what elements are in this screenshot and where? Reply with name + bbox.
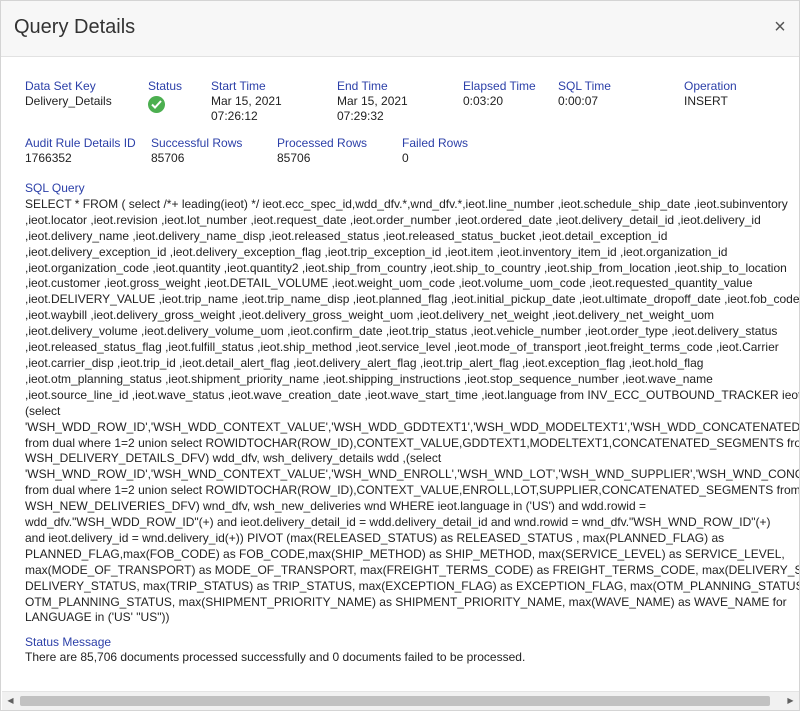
sql-query-line: ,ieot.otm_planning_status ,ieot.shipment… (25, 371, 713, 386)
elapsed-time-value: 0:03:20 (463, 94, 504, 108)
sql-time-label: SQL Time (558, 79, 611, 93)
end-time-label: End Time (337, 79, 388, 93)
horizontal-scrollbar[interactable]: ◀ ▶ (2, 691, 799, 710)
audit-rule-details-id-value: 1766352 (25, 151, 72, 165)
sql-query-line: ,ieot.customer ,ieot.gross_weight ,ieot.… (25, 276, 753, 291)
close-icon[interactable]: × (769, 16, 791, 38)
start-time-date: Mar 15, 2021 (211, 94, 282, 108)
check-circle-icon (148, 96, 165, 113)
field-sql-time: SQL Time 0:00:07 (558, 79, 611, 109)
dialog-header: Query Details × (1, 1, 799, 57)
sql-query-line: from dual where 1=2 union select ROWIDTO… (25, 435, 799, 450)
data-set-key-label: Data Set Key (25, 79, 96, 93)
sql-query-line: max(MODE_OF_TRANSPORT) as MODE_OF_TRANSP… (25, 562, 799, 577)
field-end-time: End Time Mar 15, 2021 07:29:32 (337, 79, 408, 124)
scroll-left-icon[interactable]: ◀ (2, 692, 19, 710)
sql-query-line: wdd_dfv."WSH_WDD_ROW_ID"(+) and ieot.del… (25, 515, 771, 530)
sql-query-section: SQL Query SELECT * FROM ( select /*+ lea… (25, 181, 799, 626)
sql-query-line: LANGUAGE in ('US' "US")) (25, 610, 170, 625)
sql-query-text: SELECT * FROM ( select /*+ leading(ieot)… (25, 197, 799, 626)
field-successful-rows: Successful Rows 85706 (151, 136, 242, 166)
sql-query-line: from dual where 1=2 union select ROWIDTO… (25, 483, 799, 498)
sql-query-line: (select (25, 403, 61, 418)
status-label: Status (148, 79, 183, 93)
start-time-clock: 07:26:12 (211, 109, 258, 123)
start-time-label: Start Time (211, 79, 266, 93)
query-details-dialog: Query Details × Data Set Key Delivery_De… (0, 0, 800, 711)
failed-rows-label: Failed Rows (402, 136, 469, 150)
field-audit-rule-details-id: Audit Rule Details ID 1766352 (25, 136, 136, 166)
field-start-time: Start Time Mar 15, 2021 07:26:12 (211, 79, 282, 124)
end-time-date: Mar 15, 2021 (337, 94, 408, 108)
field-processed-rows: Processed Rows 85706 (277, 136, 367, 166)
sql-query-line: ,ieot.delivery_volume ,ieot.delivery_vol… (25, 324, 778, 339)
sql-query-line: 'WSH_WDD_ROW_ID','WSH_WDD_CONTEXT_VALUE'… (25, 419, 799, 434)
sql-query-line: ,ieot.DELIVERY_VALUE ,ieot.trip_name ,ie… (25, 292, 799, 307)
sql-query-line: ,ieot.organization_code ,ieot.quantity ,… (25, 260, 787, 275)
field-operation: Operation INSERT (684, 79, 737, 109)
status-message-value: There are 85,706 documents processed suc… (25, 650, 526, 664)
sql-time-value: 0:00:07 (558, 94, 599, 108)
processed-rows-value: 85706 (277, 151, 311, 165)
successful-rows-value: 85706 (151, 151, 185, 165)
sql-query-line: ,ieot.waybill ,ieot.delivery_gross_weigh… (25, 308, 715, 323)
field-status: Status (148, 79, 182, 113)
sql-query-line: PLANNED_FLAG,max(FOB_CODE) as FOB_CODE,m… (25, 546, 785, 561)
dialog-title: Query Details (14, 16, 136, 38)
audit-rule-details-id-label: Audit Rule Details ID (25, 136, 136, 150)
sql-query-line: ,ieot.source_line_id ,ieot.wave_status ,… (25, 387, 799, 402)
successful-rows-label: Successful Rows (151, 136, 243, 150)
sql-query-line: and ieot.delivery_id = wnd.delivery_id(+… (25, 530, 725, 545)
status-message-section: Status Message There are 85,706 document… (25, 635, 525, 665)
sql-query-line: SELECT * FROM ( select /*+ leading(ieot)… (25, 196, 788, 211)
sql-query-line: ,ieot.released_status_flag ,ieot.fulfill… (25, 340, 779, 355)
operation-value: INSERT (684, 94, 728, 108)
sql-query-line: ,ieot.delivery_name ,ieot.delivery_name_… (25, 228, 668, 243)
sql-query-line: OTM_PLANNING_STATUS, max(SHIPMENT_PRIORI… (25, 594, 787, 609)
scrollbar-thumb[interactable] (20, 696, 770, 706)
operation-label: Operation (684, 79, 737, 93)
end-time-clock: 07:29:32 (337, 109, 384, 123)
processed-rows-label: Processed Rows (277, 136, 368, 150)
scroll-right-icon[interactable]: ▶ (782, 692, 799, 710)
sql-query-line: DELIVERY_STATUS, max(TRIP_STATUS) as TRI… (25, 578, 799, 593)
field-data-set-key: Data Set Key Delivery_Details (25, 79, 112, 109)
elapsed-time-label: Elapsed Time (463, 79, 536, 93)
sql-query-line: ,ieot.delivery_exception_id ,ieot.delive… (25, 244, 728, 259)
sql-query-line: WSH_NEW_DELIVERIES_DFV) wnd_dfv, wsh_new… (25, 499, 646, 514)
sql-query-line: WSH_DELIVERY_DETAILS_DFV) wdd_dfv, wsh_d… (25, 451, 442, 466)
field-elapsed-time: Elapsed Time 0:03:20 (463, 79, 536, 109)
sql-query-line: ,ieot.carrier_disp ,ieot.trip_id ,ieot.d… (25, 355, 704, 370)
status-message-label: Status Message (25, 635, 112, 649)
data-set-key-value: Delivery_Details (25, 94, 112, 108)
sql-query-label: SQL Query (25, 181, 85, 195)
field-failed-rows: Failed Rows 0 (402, 136, 468, 166)
dialog-content: Data Set Key Delivery_Details Status Sta… (1, 58, 799, 688)
sql-query-line: 'WSH_WND_ROW_ID','WSH_WND_CONTEXT_VALUE'… (25, 467, 799, 482)
sql-query-line: ,ieot.locator ,ieot.revision ,ieot.lot_n… (25, 212, 761, 227)
failed-rows-value: 0 (402, 151, 409, 165)
